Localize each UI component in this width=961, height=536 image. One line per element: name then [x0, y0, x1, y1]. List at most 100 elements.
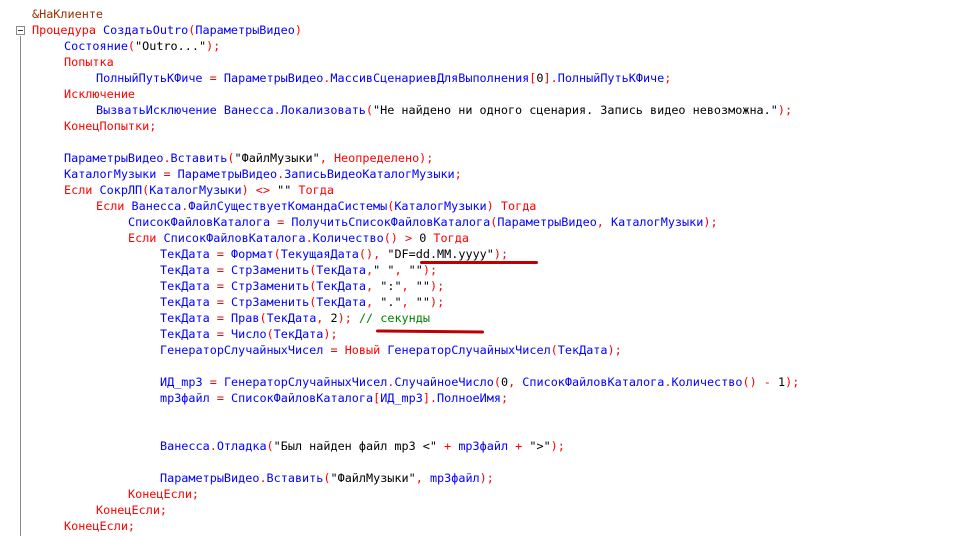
code-token: .	[273, 103, 281, 117]
code-token: );	[785, 375, 800, 389]
code-token: ТекДата	[316, 263, 367, 277]
code-line[interactable]: Состояние("Outro...");	[64, 38, 220, 54]
code-line[interactable]: ПараметрыВидео.Вставить("ФайлМузыки", Не…	[64, 150, 433, 166]
code-line[interactable]: mp3файл = СписокФайловКаталога[ИД_mp3].П…	[160, 390, 508, 406]
code-line[interactable]: ТекДата = СтрЗаменить(ТекДата, ".", "");	[160, 294, 444, 310]
code-token: (	[127, 39, 136, 53]
code-token: Количество	[312, 231, 384, 245]
code-line[interactable]: Если СокрЛП(КаталогМузыки) <> "" Тогда	[64, 182, 334, 198]
code-token: (	[259, 311, 267, 325]
code-line[interactable]: КонецПопытки;	[64, 118, 156, 134]
code-line[interactable]: Если СписокФайловКаталога.Количество() >…	[128, 230, 469, 246]
code-token: )	[294, 23, 302, 37]
code-token: =	[216, 295, 232, 309]
code-token: ,	[508, 375, 523, 389]
code-line[interactable]: Ванесса.Отладка("Был найден файл mp3 <" …	[160, 438, 565, 454]
code-token: (	[266, 327, 274, 341]
code-token: .	[163, 151, 171, 165]
code-token: Если	[96, 199, 132, 213]
code-token: );	[479, 471, 494, 485]
code-token: =	[277, 215, 292, 229]
code-token: () -	[742, 375, 778, 389]
code-token: Формат	[231, 247, 274, 261]
code-token: (	[266, 439, 274, 453]
code-token: ].	[543, 71, 558, 85]
code-line[interactable]: Исключение	[64, 86, 135, 102]
code-token: СокрЛП	[99, 183, 143, 197]
code-token: Состояние	[64, 39, 128, 53]
code-line[interactable]: Попытка	[64, 54, 114, 70]
code-token: ТекДата	[273, 327, 324, 341]
code-token: ">"	[529, 439, 551, 453]
code-token: ПолныйПутьКФиче	[557, 71, 665, 85]
code-token: =	[209, 71, 224, 85]
code-token: ТекДата	[160, 247, 217, 261]
code-token: =	[216, 279, 232, 293]
code-token: );	[429, 295, 445, 309]
code-token: ""	[277, 183, 292, 197]
code-token: Тогда	[426, 231, 469, 245]
code-editor[interactable]: &НаКлиенте Процедура СоздатьOutro(Парамет…	[0, 0, 961, 536]
code-line[interactable]: ГенераторСлучайныхЧисел = Новый Генерато…	[160, 342, 622, 358]
code-token: Тогда	[291, 183, 334, 197]
code-token: КонецЕсли	[96, 503, 160, 517]
code-token: mp3файл	[458, 439, 509, 453]
code-token: ""	[415, 279, 430, 293]
code-line[interactable]: ТекДата = СтрЗаменить(ТекДата," ", "");	[160, 262, 437, 278]
code-line[interactable]: ТекДата = Прав(ТекДата, 2); // секунды	[160, 310, 430, 326]
code-line[interactable]: ТекДата = Число(ТекДата);	[160, 326, 338, 342]
code-line[interactable]: Процедура СоздатьOutro(ПараметрыВидео)	[32, 22, 302, 38]
collapse-procedure-icon[interactable]	[16, 26, 25, 35]
code-token: Тогда	[493, 199, 537, 213]
code-token: 0	[500, 375, 509, 389]
code-token: ТекДата	[160, 295, 217, 309]
code-token: ,	[596, 215, 612, 229]
code-line[interactable]: ИД_mp3 = ГенераторСлучайныхЧисел.Случайн…	[160, 374, 799, 390]
code-token: );	[206, 39, 221, 53]
code-token: ;	[149, 119, 157, 133]
code-line[interactable]: ТекДата = Формат(ТекущаяДата(), "DF=dd.M…	[160, 246, 508, 262]
code-token: .	[209, 439, 217, 453]
code-token: Прав	[231, 311, 260, 325]
code-token: СлучайноеЧисло	[394, 375, 494, 389]
code-token: ,	[366, 295, 381, 309]
code-token: +	[508, 439, 530, 453]
code-token: ТекДата	[160, 263, 217, 277]
code-token: 0	[536, 71, 544, 85]
code-token: "."	[380, 295, 402, 309]
code-token: ""	[415, 295, 430, 309]
code-token: Ванесса	[131, 199, 182, 213]
code-token: "Не найдено ни одного сценария. Запись в…	[373, 103, 778, 117]
code-token: КонецПопытки	[64, 119, 150, 133]
code-line[interactable]: Если Ванесса.ФайлСуществуетКомандаСистем…	[96, 198, 536, 214]
code-line[interactable]: ПараметрыВидео.Вставить("ФайлМузыки", mp…	[160, 470, 494, 486]
code-line[interactable]: КонецЕсли;	[128, 486, 199, 502]
code-line[interactable]: ВызватьИсключение Ванесса.Локализовать("…	[96, 102, 792, 118]
code-token: );	[419, 151, 434, 165]
code-token: ТекДата	[160, 311, 217, 325]
code-token: ГенераторСлучайныхЧисел	[387, 343, 551, 357]
code-token: +	[437, 439, 459, 453]
code-line[interactable]: ТекДата = СтрЗаменить(ТекДата, ":", "");	[160, 278, 444, 294]
code-token: ":"	[380, 279, 402, 293]
code-token: );	[429, 279, 445, 293]
code-line[interactable]: КонецЕсли;	[64, 518, 135, 534]
code-line[interactable]: КонецЕсли;	[96, 502, 167, 518]
code-token: Вставить	[170, 151, 228, 165]
code-token: ПараметрыВидео	[64, 151, 164, 165]
code-line[interactable]: КаталогМузыки = ПараметрыВидео.ЗаписьВид…	[64, 166, 462, 182]
code-line[interactable]: &НаКлиенте	[32, 6, 103, 22]
code-token: );	[703, 215, 718, 229]
code-token: ТекДата	[316, 279, 367, 293]
code-token: );	[493, 247, 509, 261]
code-token: mp3файл	[429, 471, 480, 485]
code-line[interactable]: ПолныйПутьКФиче = ПараметрыВидео.МассивС…	[96, 70, 671, 86]
code-token: ,	[316, 311, 331, 325]
editor-gutter	[0, 0, 26, 536]
code-line[interactable]: СписокФайловКаталога = ПолучитьСписокФай…	[128, 214, 718, 230]
code-token: &НаКлиенте	[32, 7, 104, 21]
code-token: 2	[330, 311, 338, 325]
code-token: (	[550, 343, 558, 357]
code-token: СоздатьOutro	[103, 23, 189, 37]
code-token: (	[273, 247, 281, 261]
